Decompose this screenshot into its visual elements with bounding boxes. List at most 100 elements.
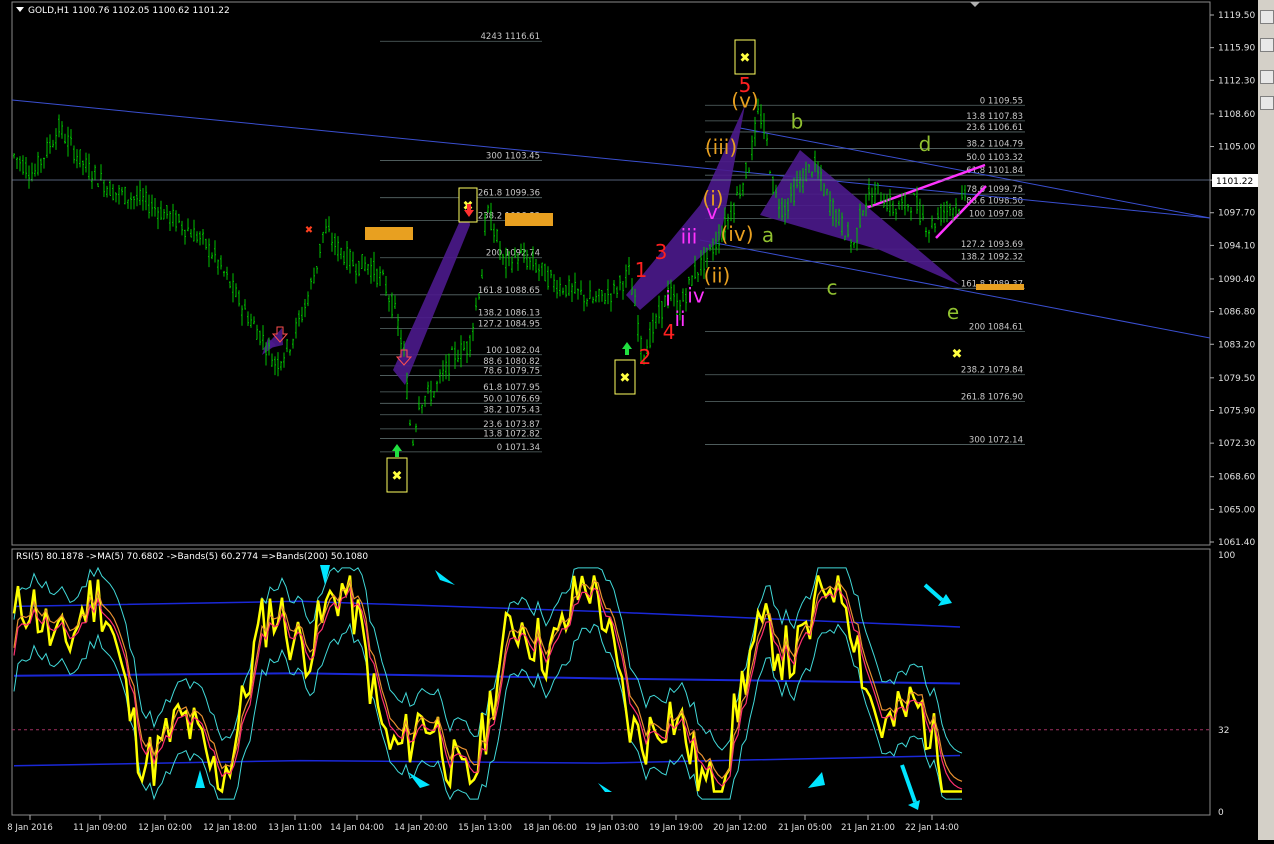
price-tick-label: 1072.30 — [1218, 439, 1255, 449]
wave-label: (iv) — [721, 222, 754, 246]
fib-level-label: 127.2 1093.69 — [961, 240, 1023, 250]
time-tick-label: 18 Jan 06:00 — [523, 823, 577, 833]
fib-level-label: 261.8 1076.90 — [961, 392, 1023, 402]
symbol-header: GOLD,H1 1100.76 1102.05 1100.62 1101.22 — [28, 6, 230, 16]
fib-level-label: 4243 1116.61 — [481, 32, 540, 42]
time-tick-label: 12 Jan 02:00 — [138, 823, 192, 833]
time-tick-label: 22 Jan 14:00 — [905, 823, 959, 833]
price-panel[interactable] — [11, 1, 1211, 546]
time-tick-label: 14 Jan 20:00 — [394, 823, 448, 833]
trading-chart-window: 4243 1116.61 300 1103.45 261.8 1099.36 238.… — [0, 0, 1274, 840]
fib-level-label: 138.2 1086.13 — [478, 309, 540, 319]
current-price-label: 1101.22 — [1216, 177, 1253, 187]
time-axis: 8 Jan 2016 11 Jan 09:00 12 Jan 02:00 12 Jan… — [7, 815, 959, 833]
side-toolbar — [1258, 0, 1274, 840]
wave-label: iii — [681, 225, 698, 249]
fib-level-label: 38.2 1075.43 — [483, 406, 540, 416]
yellow-x-icon: ✖ — [952, 347, 963, 362]
wave-label: ii — [674, 307, 685, 331]
wave-label: 2 — [639, 345, 652, 369]
price-tick-label: 1108.60 — [1218, 110, 1255, 120]
price-tick-label: 1086.80 — [1218, 308, 1255, 318]
fib-level-label: 78.6 1099.75 — [966, 185, 1023, 195]
price-tick-label: 1061.40 — [1218, 538, 1255, 548]
fib-level-label: 50.0 1103.32 — [966, 153, 1023, 163]
rsi-tick-label: 0 — [1218, 808, 1224, 818]
wave-label: (v) — [731, 89, 758, 113]
price-tick-label: 1068.60 — [1218, 473, 1255, 483]
fib-level-label: 200 1084.61 — [969, 322, 1023, 332]
wave-label: b — [791, 109, 804, 133]
fib-level-label: 300 1072.14 — [969, 436, 1023, 446]
fib-level-label: 78.6 1079.75 — [483, 367, 540, 377]
price-tick-label: 1105.00 — [1218, 143, 1255, 153]
price-tick-label: 1094.10 — [1218, 241, 1255, 251]
fib-level-label: 13.8 1107.83 — [966, 112, 1023, 122]
price-tick-label: 1097.70 — [1218, 209, 1255, 219]
wave-label: (i) — [702, 186, 723, 210]
wave-label: 3 — [655, 240, 668, 264]
fib-level-label: 238.2 1079.84 — [961, 366, 1023, 376]
price-tick-label: 1112.30 — [1218, 76, 1255, 86]
toolbar-button-1[interactable] — [1260, 10, 1274, 24]
price-tick-label: 1079.50 — [1218, 374, 1255, 384]
time-tick-label: 14 Jan 04:00 — [330, 823, 384, 833]
price-axis: 1119.50 1115.90 1112.30 1108.60 1105.00 1101.… — [1210, 11, 1255, 548]
rsi-tick-label: 100 — [1218, 551, 1235, 561]
price-tick-label: 1115.90 — [1218, 44, 1255, 54]
fib-level-label: 300 1103.45 — [486, 152, 540, 162]
orange-zone-box — [976, 284, 1024, 290]
chart-canvas[interactable]: 4243 1116.61300 1103.45261.8 1099.36238.… — [0, 0, 1258, 840]
fib-level-label: 13.8 1072.82 — [483, 429, 540, 439]
fib-level-label: 88.6 1080.82 — [483, 357, 540, 367]
fib-level-label: 23.6 1073.87 — [483, 420, 540, 430]
time-tick-label: 12 Jan 18:00 — [203, 823, 257, 833]
fib-level-label: 100 1082.04 — [486, 346, 540, 356]
fib-level-label: 100 1097.08 — [969, 209, 1023, 219]
rsi-header: RSI(5) 80.1878 ->MA(5) 70.6802 ->Bands(5… — [16, 552, 368, 562]
rsi-axis: 100 32 0 — [1218, 551, 1235, 818]
time-tick-label: 21 Jan 21:00 — [841, 823, 895, 833]
fib-level-label: 23.6 1106.61 — [966, 123, 1023, 133]
price-tick-label: 1119.50 — [1218, 11, 1255, 21]
time-tick-label: 15 Jan 13:00 — [458, 823, 512, 833]
time-tick-label: 13 Jan 11:00 — [268, 823, 322, 833]
wave-label: c — [827, 275, 838, 299]
orange-zone-box — [365, 227, 413, 240]
fib-level-label: 138.2 1092.32 — [961, 253, 1023, 263]
wave-label: e — [947, 300, 959, 324]
toolbar-button-2[interactable] — [1260, 38, 1274, 52]
fib-level-label: 50.0 1076.69 — [483, 394, 540, 404]
price-tick-label: 1090.40 — [1218, 275, 1255, 285]
fib-level-label: 161.8 1088.65 — [478, 286, 540, 296]
time-tick-label: 19 Jan 03:00 — [585, 823, 639, 833]
wave-label: 1 — [635, 258, 648, 282]
wave-label: i — [665, 286, 671, 310]
price-tick-label: 1065.00 — [1218, 505, 1255, 515]
fib-level-label: 127.2 1084.95 — [478, 319, 540, 329]
time-tick-label: 11 Jan 09:00 — [73, 823, 127, 833]
fib-level-label: 200 1092.74 — [486, 249, 540, 259]
time-tick-label: 19 Jan 19:00 — [649, 823, 703, 833]
time-tick-label: 20 Jan 12:00 — [713, 823, 767, 833]
price-tick-label: 1075.90 — [1218, 406, 1255, 416]
wave-label: a — [762, 223, 774, 247]
fib-level-label: 0 1071.34 — [497, 443, 540, 453]
fib-level-label: 38.2 1104.79 — [966, 139, 1023, 149]
rsi-tick-label: 32 — [1218, 726, 1229, 736]
time-tick-label: 8 Jan 2016 — [7, 823, 53, 833]
fib-level-label: 61.8 1077.95 — [483, 383, 540, 393]
wave-label: (ii) — [704, 264, 731, 288]
rsi-panel[interactable] — [11, 548, 1211, 816]
yellow-x-icon: ✖ — [620, 371, 631, 386]
time-tick-label: 21 Jan 05:00 — [778, 823, 832, 833]
fib-level-label: 0 1109.55 — [980, 96, 1023, 106]
toolbar-button-3[interactable] — [1260, 70, 1274, 84]
fib-level-label: 261.8 1099.36 — [478, 189, 540, 199]
red-x-icon: ✖ — [305, 225, 313, 236]
price-tick-label: 1083.20 — [1218, 340, 1255, 350]
wave-label: (iii) — [705, 135, 737, 159]
yellow-x-icon: ✖ — [740, 51, 751, 66]
toolbar-button-4[interactable] — [1260, 96, 1274, 110]
wave-label: iv — [687, 284, 705, 308]
